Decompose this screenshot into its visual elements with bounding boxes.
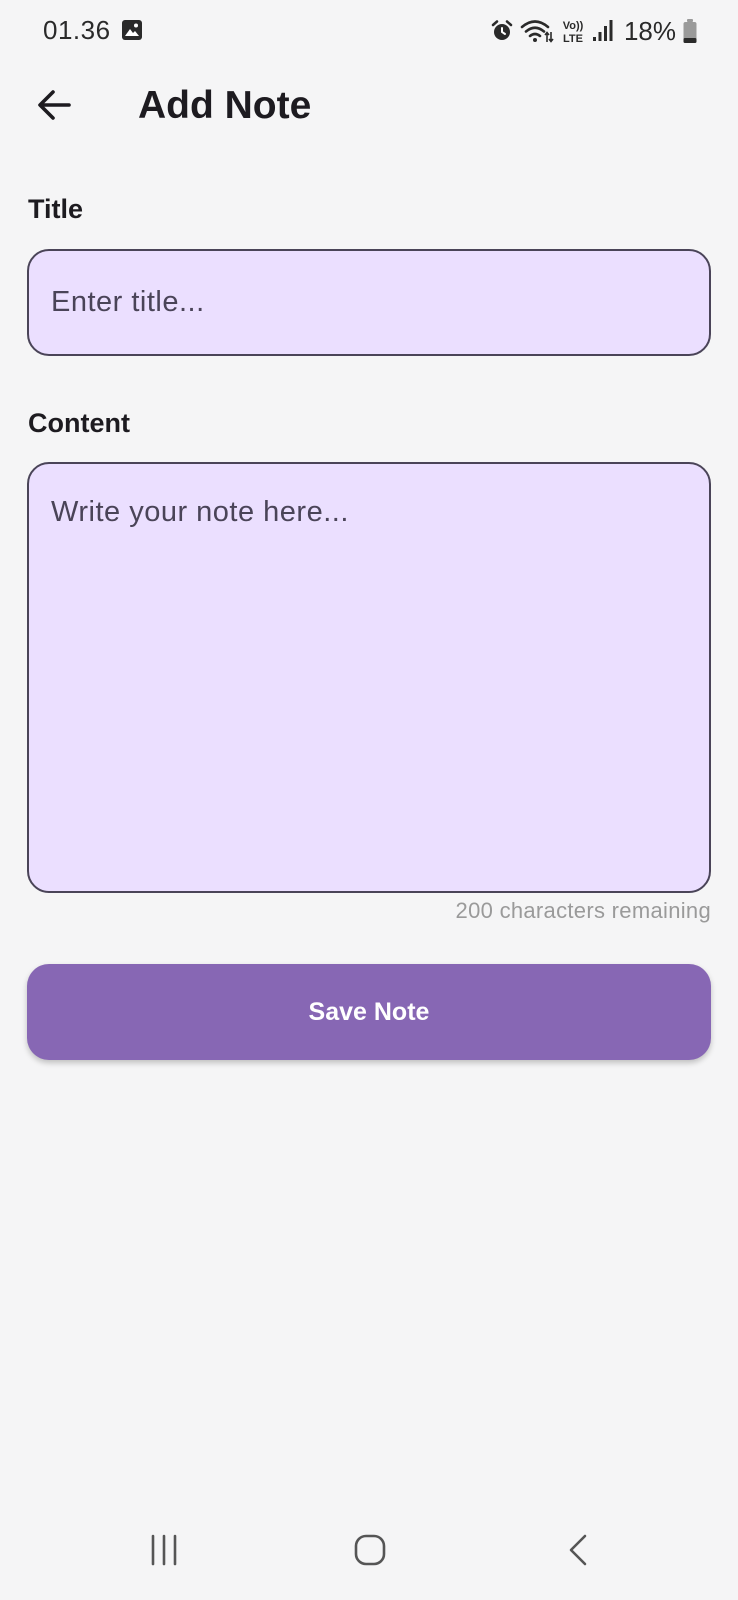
back-button[interactable] <box>26 79 82 135</box>
status-time: 01.36 <box>43 15 111 45</box>
system-back-button[interactable] <box>548 1528 608 1576</box>
back-icon <box>566 1534 590 1571</box>
battery-icon <box>682 18 698 44</box>
volte-icon: Vo)) LTE <box>560 17 586 45</box>
save-note-label: Save Note <box>308 997 430 1026</box>
content-placeholder: Write your note here... <box>51 496 349 528</box>
page-title: Add Note <box>138 84 312 127</box>
save-note-button[interactable]: Save Note <box>27 964 711 1060</box>
svg-text:Vo)): Vo)) <box>563 20 584 32</box>
title-placeholder: Enter title... <box>51 286 205 318</box>
home-button[interactable] <box>340 1528 400 1576</box>
status-icons: Vo)) LTE 18% <box>490 13 698 49</box>
gallery-icon <box>121 19 143 41</box>
recents-button[interactable] <box>134 1528 194 1576</box>
svg-text:LTE: LTE <box>563 33 583 45</box>
recents-icon <box>147 1534 181 1571</box>
alarm-icon <box>490 19 514 43</box>
home-icon <box>353 1534 387 1571</box>
content-input[interactable]: Write your note here... <box>27 462 711 893</box>
status-bar: 01.36 Vo)) LTE 18% <box>0 0 738 62</box>
title-label: Title <box>28 194 84 224</box>
add-note-screen: 01.36 Vo)) LTE 18% Add Note Title Enter … <box>0 0 738 1600</box>
arrow-left-icon <box>36 89 72 126</box>
character-counter: 200 characters remaining <box>455 898 711 923</box>
system-nav-bar <box>0 1500 738 1600</box>
app-bar: Add Note <box>0 62 738 154</box>
wifi-icon <box>520 18 554 44</box>
battery-percent: 18% <box>623 15 676 46</box>
title-input[interactable]: Enter title... <box>27 249 711 356</box>
signal-icon <box>592 19 614 43</box>
content-label: Content <box>28 408 130 438</box>
